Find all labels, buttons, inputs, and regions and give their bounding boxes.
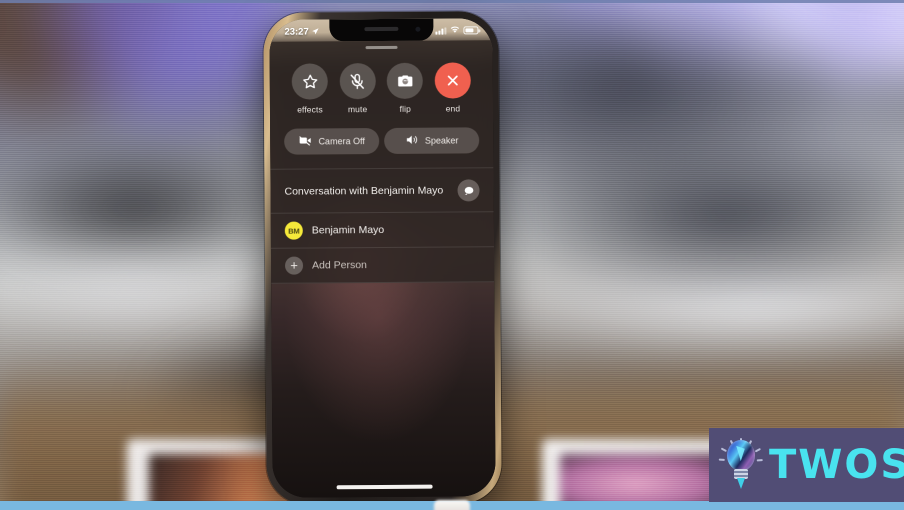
end-label: end	[445, 103, 461, 114]
conversation-title: Conversation with Benjamin Mayo	[284, 184, 444, 198]
status-bar-time: 23:27	[284, 26, 309, 38]
top-edge-border	[0, 0, 904, 3]
close-x-icon	[434, 62, 471, 99]
call-controls-row: effects mute flip end	[270, 48, 493, 117]
effects-label: effects	[297, 104, 323, 115]
lightbulb-icon	[718, 438, 763, 492]
add-person-row[interactable]: + Add Person	[271, 247, 494, 283]
charging-dock-nub	[434, 500, 470, 510]
plus-icon: +	[284, 256, 304, 275]
star-icon	[291, 63, 328, 100]
chat-bubble-icon[interactable]	[457, 179, 480, 202]
speaker-icon	[405, 133, 419, 149]
status-bar: 23:27	[269, 18, 492, 42]
camera-flip-icon	[386, 62, 424, 99]
speaker-button[interactable]: Speaker	[384, 127, 480, 154]
watermark-text: TWOS	[769, 442, 904, 488]
participant-name: Benjamin Mayo	[311, 223, 385, 237]
twos-watermark: TWOS	[709, 428, 904, 502]
camera-off-button[interactable]: Camera Off	[284, 128, 380, 155]
flip-label: flip	[399, 103, 411, 114]
flip-camera-button[interactable]: flip	[383, 62, 427, 114]
participant-row[interactable]: BM Benjamin Mayo	[271, 212, 494, 248]
iphone-device: 23:27 effects mute flip end Camera Off S…	[263, 11, 502, 505]
microphone-off-icon	[339, 63, 376, 100]
toggle-row: Camera Off Speaker	[270, 115, 493, 169]
add-person-label: Add Person	[312, 259, 367, 272]
end-call-button[interactable]: end	[431, 62, 475, 114]
location-arrow-icon	[312, 27, 320, 35]
effects-button[interactable]: effects	[288, 63, 332, 115]
camera-off-label: Camera Off	[318, 136, 365, 147]
home-indicator[interactable]	[336, 484, 433, 490]
mute-button[interactable]: mute	[335, 63, 379, 114]
facetime-control-panel: effects mute flip end Camera Off Speaker…	[269, 40, 495, 284]
wifi-icon	[449, 25, 460, 36]
video-off-icon	[298, 133, 312, 149]
cellular-signal-icon	[435, 27, 447, 35]
status-bar-right	[435, 25, 479, 36]
mute-label: mute	[347, 104, 368, 115]
conversation-header: Conversation with Benjamin Mayo	[270, 168, 493, 213]
speaker-label: Speaker	[424, 135, 459, 146]
avatar: BM	[284, 221, 303, 240]
battery-icon	[463, 26, 479, 35]
status-bar-left: 23:27	[284, 26, 319, 37]
phone-screen: 23:27 effects mute flip end Camera Off S…	[269, 18, 496, 498]
